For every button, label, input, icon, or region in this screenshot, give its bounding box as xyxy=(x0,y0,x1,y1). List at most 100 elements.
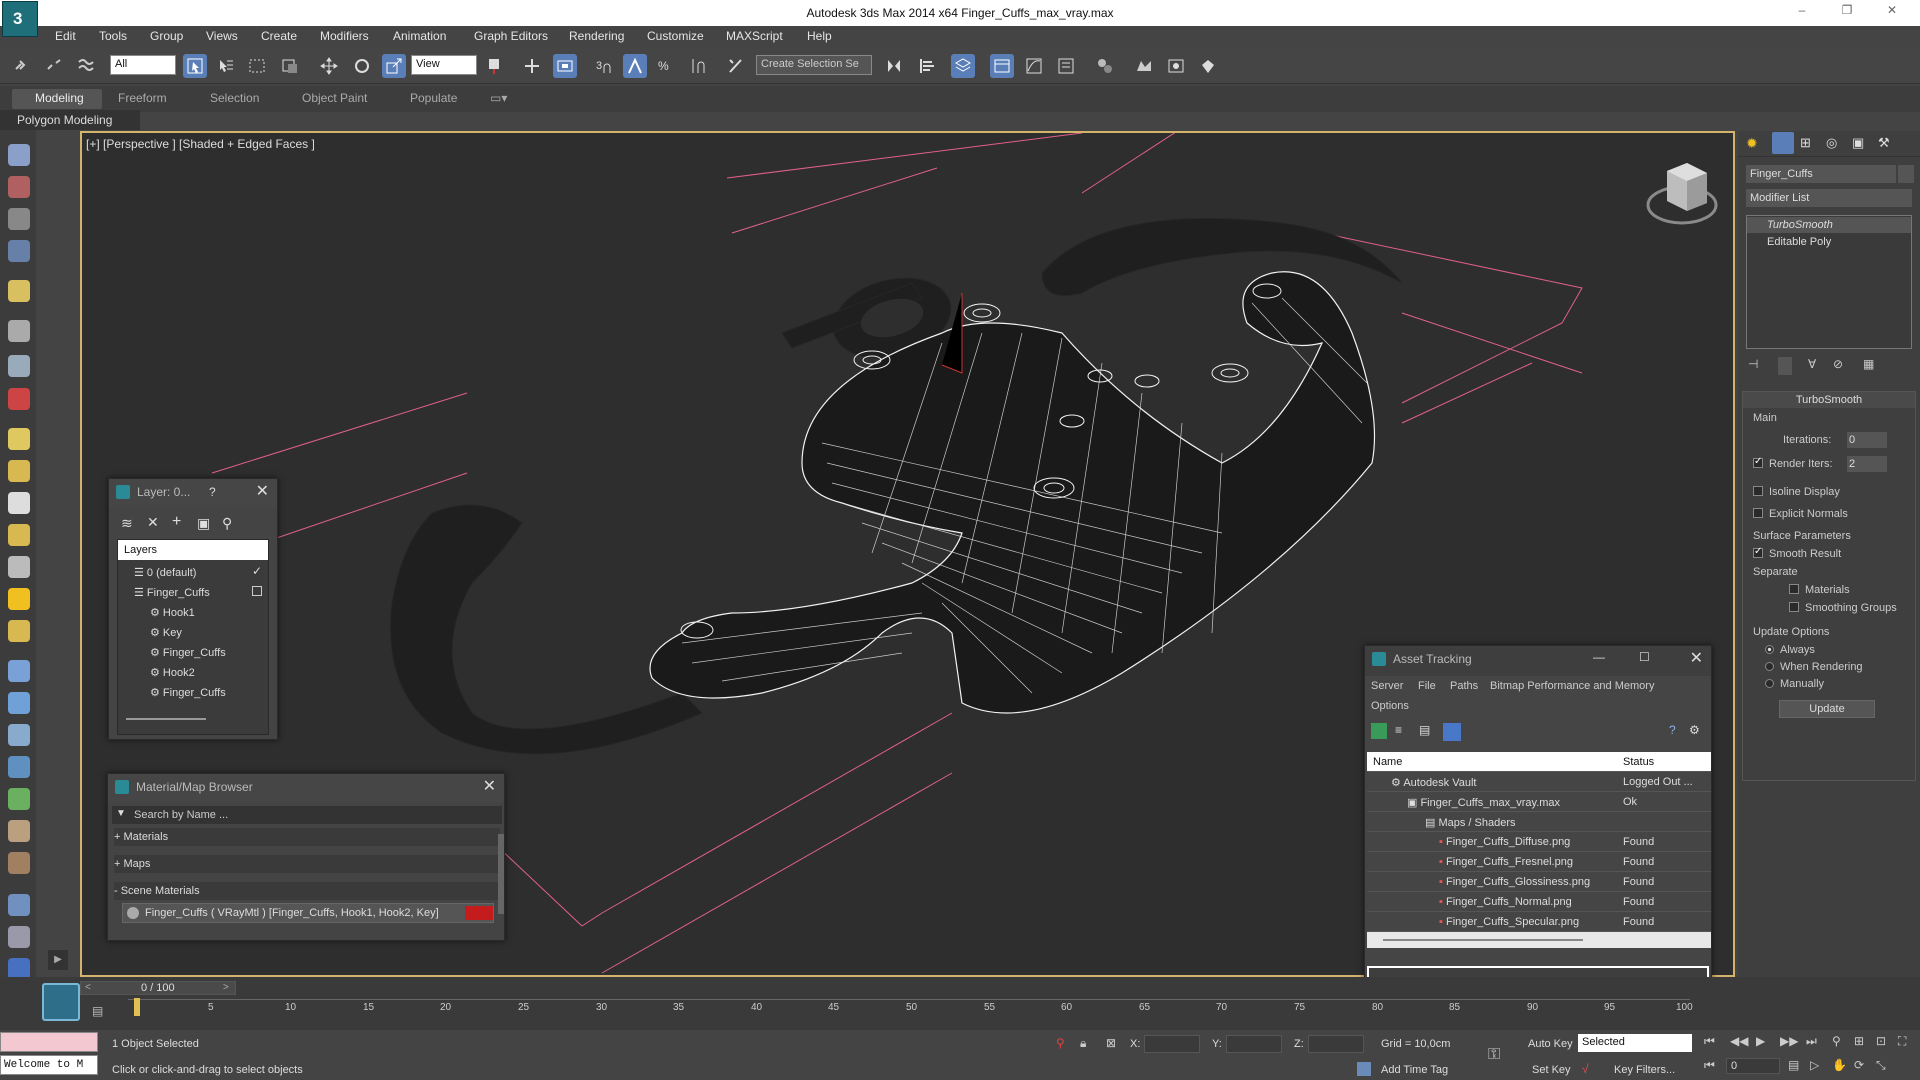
scatter-icon[interactable] xyxy=(8,692,30,714)
asset-scroll-thumb[interactable] xyxy=(1383,939,1583,941)
scene-material-item[interactable]: Finger_Cuffs ( VRayMtl ) [Finger_Cuffs, … xyxy=(122,903,494,923)
biped-icon[interactable] xyxy=(8,724,30,746)
go-to-end-icon[interactable]: ⏭ xyxy=(1806,1034,1817,1049)
unlink-icon[interactable] xyxy=(42,54,66,78)
rendered-frame-window-icon[interactable] xyxy=(1164,54,1188,78)
modify-tab-icon[interactable] xyxy=(1772,132,1794,154)
add-layer-icon[interactable]: + xyxy=(172,513,181,531)
asset-close-icon[interactable]: ✕ xyxy=(1690,648,1703,668)
menu-help[interactable]: Help xyxy=(807,29,832,43)
layer-checkbox[interactable] xyxy=(252,586,262,596)
camera-icon[interactable] xyxy=(8,320,30,342)
play-icon[interactable]: ▶ xyxy=(1756,1034,1765,1048)
always-row[interactable]: Always xyxy=(1765,644,1815,656)
render-iters-row[interactable]: Render Iters: xyxy=(1753,456,1833,470)
asset-menu-bitmap[interactable]: Bitmap Performance and Memory xyxy=(1490,680,1654,692)
current-frame-field[interactable]: 0 xyxy=(1726,1058,1780,1074)
key-filters-button[interactable]: Key Filters... xyxy=(1614,1064,1675,1076)
asset-table-scrollbar[interactable] xyxy=(1367,932,1711,948)
table-row[interactable]: ▪ Finger_Cuffs_Fresnel.png Found xyxy=(1367,852,1711,872)
maxscript-mini-listener[interactable] xyxy=(0,1032,98,1052)
layer-scrollbar[interactable] xyxy=(126,718,206,720)
asset-minimize-icon[interactable]: — xyxy=(1593,650,1605,664)
table-row[interactable]: ▪ Finger_Cuffs_Specular.png Found xyxy=(1367,912,1711,932)
sphere-blue-icon[interactable] xyxy=(8,894,30,916)
pan-icon[interactable]: ✋ xyxy=(1832,1058,1847,1072)
ribbon-options-icon[interactable]: ▭▾ xyxy=(490,91,507,105)
layer-dialog-titlebar[interactable]: Layer: 0... ? ✕ xyxy=(109,479,277,507)
absolute-mode-icon[interactable]: ⊠ xyxy=(1106,1036,1116,1050)
maximize-button[interactable]: ❐ xyxy=(1832,3,1862,21)
tab-freeform[interactable]: Freeform xyxy=(118,91,167,105)
menu-modifiers[interactable]: Modifiers xyxy=(320,29,369,43)
move-icon[interactable] xyxy=(317,54,341,78)
render-iters-checkbox[interactable] xyxy=(1753,456,1763,468)
rectangular-selection-icon[interactable] xyxy=(245,54,269,78)
light-icon[interactable] xyxy=(8,280,30,302)
layer-item[interactable]: ☰ 0 (default) xyxy=(134,566,196,579)
layer-item[interactable]: ⚙ Hook2 xyxy=(150,666,195,679)
orbit-icon[interactable]: ⟳ xyxy=(1854,1058,1864,1072)
materials-checkbox[interactable] xyxy=(1789,584,1799,594)
table-view-icon[interactable] xyxy=(1443,723,1461,741)
render-iters-spinner[interactable]: 2 xyxy=(1847,456,1887,472)
create-tab-icon[interactable]: ✹ xyxy=(1746,135,1758,152)
set-key-curve-icon[interactable]: √ xyxy=(1582,1062,1589,1076)
x-coordinate-field[interactable] xyxy=(1144,1035,1200,1053)
snaps-toggle-icon[interactable]: 3 xyxy=(592,54,616,78)
layer-item[interactable]: ☰ Finger_Cuffs xyxy=(134,586,210,599)
smooth-result-checkbox[interactable] xyxy=(1753,546,1763,558)
cone-icon[interactable] xyxy=(8,556,30,578)
pivot-center-icon[interactable] xyxy=(483,54,507,78)
scale-icon[interactable] xyxy=(382,54,406,78)
teapot-icon[interactable] xyxy=(8,524,30,546)
when-rendering-radio[interactable] xyxy=(1765,662,1774,671)
rotate-icon[interactable] xyxy=(350,54,374,78)
app-logo[interactable]: 3 xyxy=(2,1,38,37)
set-key-button[interactable]: Set Key xyxy=(1532,1064,1571,1076)
layer-item[interactable]: ⚙ Finger_Cuffs xyxy=(150,646,226,659)
material-search-bar[interactable]: ▼ Search by Name ... xyxy=(112,806,502,824)
box-icon[interactable] xyxy=(8,428,30,450)
material-browser-scrollbar[interactable] xyxy=(498,834,504,914)
layers-list-icon[interactable]: ≋ xyxy=(121,515,133,532)
time-slider[interactable]: < 0 / 100 > xyxy=(80,981,236,995)
col-name-header[interactable]: Name xyxy=(1373,756,1402,768)
manually-row[interactable]: Manually xyxy=(1765,678,1824,690)
refresh-icon[interactable] xyxy=(1371,723,1387,739)
window-crossing-icon[interactable] xyxy=(278,54,302,78)
link-tool-icon[interactable] xyxy=(8,926,30,948)
prev-frame-icon[interactable]: ◀◀ xyxy=(1730,1034,1748,1048)
material-browser-close-icon[interactable]: ✕ xyxy=(483,776,496,796)
expand-arrow-icon[interactable]: ▶ xyxy=(48,950,68,970)
rollout-title[interactable]: TurboSmooth xyxy=(1743,392,1915,408)
render-setup-icon[interactable] xyxy=(1132,54,1156,78)
mirror-icon[interactable] xyxy=(882,54,906,78)
walkthrough-icon[interactable]: ⤡ xyxy=(1876,1058,1886,1073)
sun-icon[interactable] xyxy=(8,588,30,610)
render-production-icon[interactable] xyxy=(1196,54,1220,78)
select-object-icon[interactable] xyxy=(183,54,207,78)
menu-tools[interactable]: Tools xyxy=(99,29,127,43)
viewport-label[interactable]: [+] [Perspective ] [Shaded + Edged Faces… xyxy=(86,137,315,151)
make-unique-icon[interactable]: ∀ xyxy=(1808,357,1816,371)
layer-item[interactable]: ⚙ Key xyxy=(150,626,182,639)
table-row[interactable]: ▪ Finger_Cuffs_Glossiness.png Found xyxy=(1367,872,1711,892)
current-frame-marker[interactable] xyxy=(134,998,140,1016)
maps-section[interactable]: + Maps xyxy=(114,855,500,873)
viewport-teapot-icon[interactable] xyxy=(8,144,30,166)
key-icon[interactable]: ⚿ xyxy=(1488,1046,1500,1064)
slider-next-icon[interactable]: > xyxy=(223,982,229,993)
percent-snap-icon[interactable]: % xyxy=(654,54,678,78)
geosphere-icon[interactable] xyxy=(8,492,30,514)
z-coordinate-field[interactable] xyxy=(1308,1035,1364,1053)
polygon-modeling-panel[interactable]: Polygon Modeling xyxy=(0,110,140,130)
schematic-view-icon[interactable] xyxy=(1054,54,1078,78)
helper-icon[interactable] xyxy=(8,355,30,377)
close-button[interactable]: ✕ xyxy=(1877,3,1907,21)
add-time-tag[interactable]: Add Time Tag xyxy=(1381,1064,1448,1076)
welcome-field[interactable]: Welcome to M xyxy=(0,1055,98,1075)
configure-sets-icon[interactable]: ▦ xyxy=(1863,357,1874,371)
iterations-spinner[interactable]: 0 xyxy=(1847,432,1887,448)
go-to-start-icon[interactable]: ⏮ xyxy=(1704,1034,1715,1049)
